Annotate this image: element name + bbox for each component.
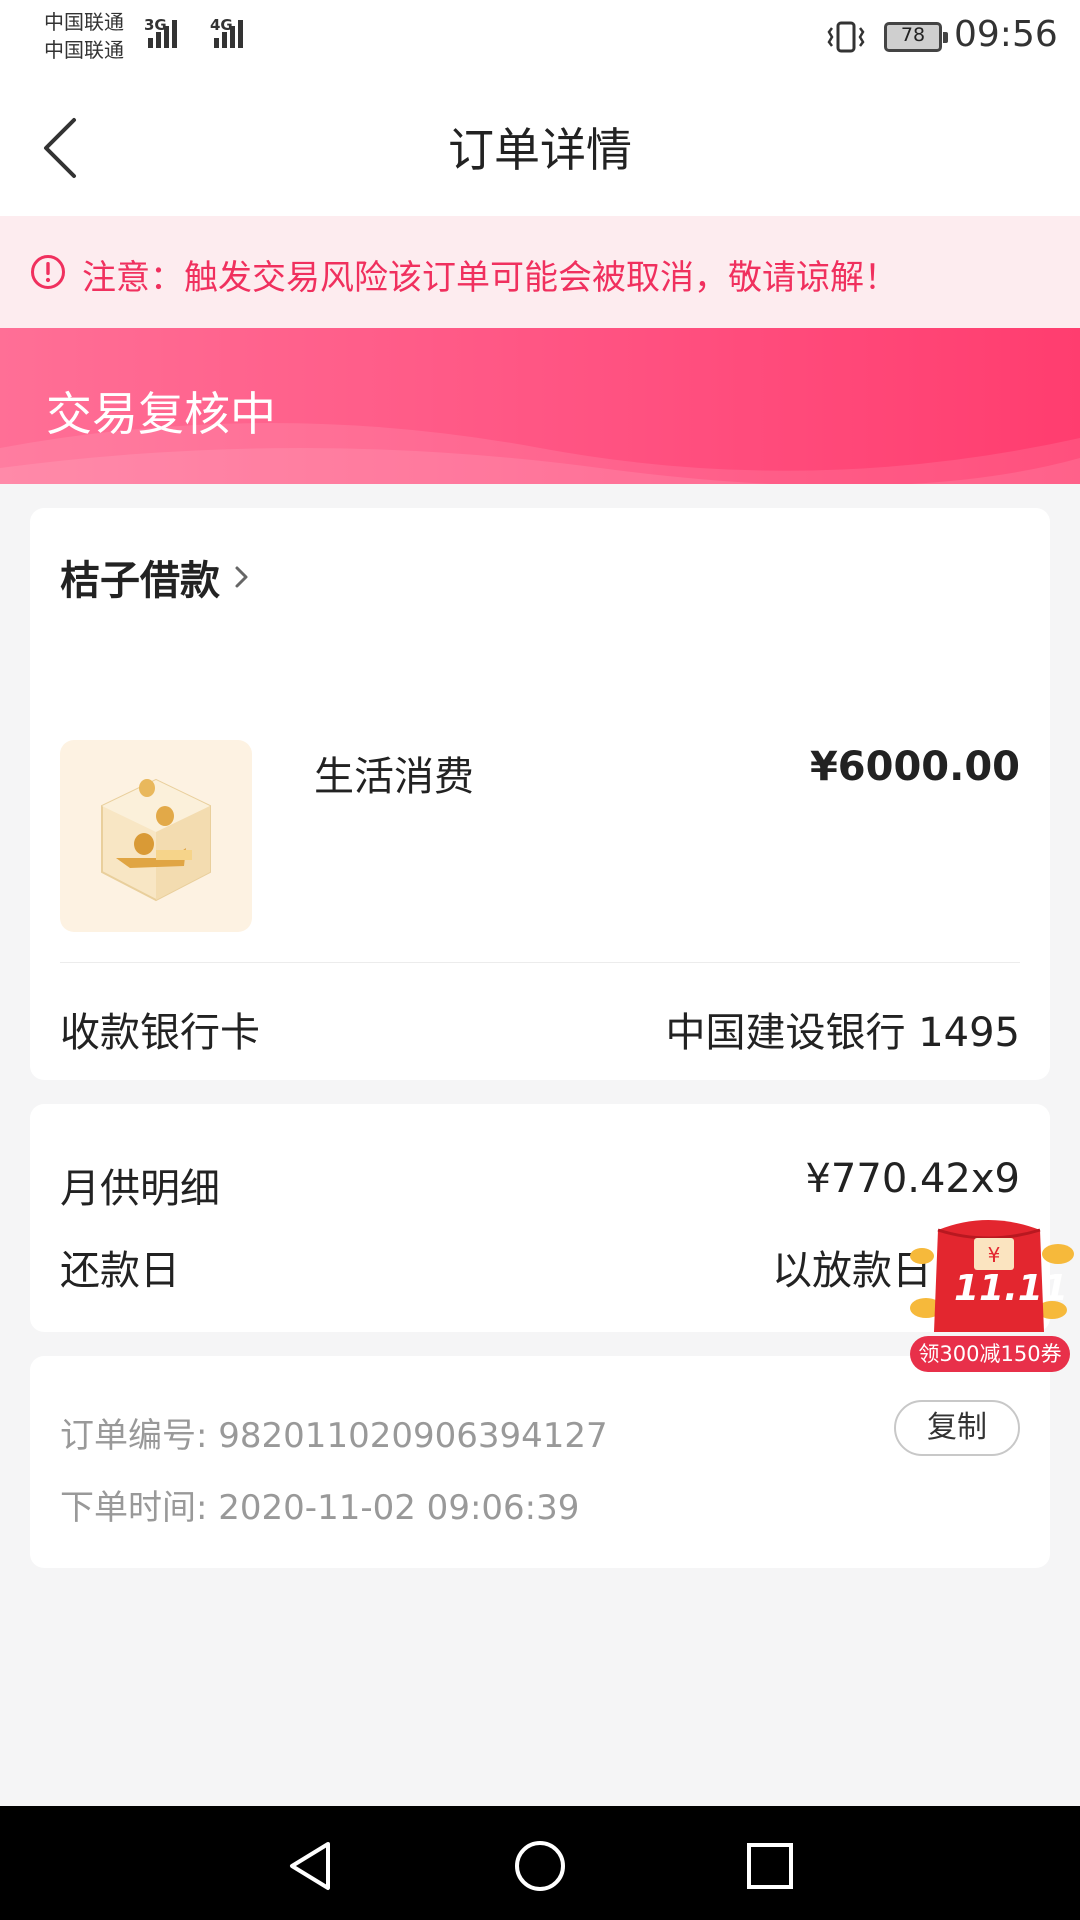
home-circle-icon[interactable] xyxy=(510,1836,570,1896)
monthly-payment-value: ¥770.42x9 xyxy=(805,1156,1020,1202)
loan-amount: ¥6000.00 xyxy=(809,744,1020,790)
promo-label: 领300减150券 xyxy=(910,1336,1070,1372)
order-time-value: 2020-11-02 09:06:39 xyxy=(218,1488,580,1528)
repayment-date-label: 还款日 xyxy=(60,1248,180,1294)
bank-card-label: 收款银行卡 xyxy=(60,1010,260,1056)
back-triangle-icon[interactable] xyxy=(280,1836,340,1896)
product-image xyxy=(60,740,252,932)
battery-icon: 78 xyxy=(884,22,948,52)
promo-coupon-widget[interactable]: ¥ 11.11 领300减150券 xyxy=(904,1210,1074,1376)
signal-icon xyxy=(148,20,180,52)
header: 订单详情 xyxy=(0,80,1080,216)
svg-text:¥: ¥ xyxy=(988,1243,1001,1267)
page-title: 订单详情 xyxy=(448,123,632,177)
order-number-row: 订单编号: 982011020906394127 xyxy=(60,1408,608,1457)
lender-link[interactable]: 桔子借款 xyxy=(60,548,252,606)
divider xyxy=(60,962,1020,963)
loan-card: 桔子借款 生活消费 ¥6000.00 收款银行卡 中国建设银行 1495 xyxy=(30,508,1050,1080)
carrier-1: 中国联通 xyxy=(44,10,124,34)
system-nav-bar xyxy=(0,1806,1080,1920)
carrier-2: 中国联通 xyxy=(44,38,124,62)
vibrate-icon xyxy=(827,21,865,53)
notice-text: 注意：触发交易风险该订单可能会被取消，敬请谅解！ xyxy=(82,258,898,298)
order-number-value: 982011020906394127 xyxy=(218,1416,608,1456)
repayment-card: 月供明细 ¥770.42x9 还款日 以放款日 xyxy=(30,1104,1050,1332)
clock: 09:56 xyxy=(954,14,1058,55)
lender-name: 桔子借款 xyxy=(60,558,220,604)
carrier-info: 中国联通 中国联通 xyxy=(44,8,124,64)
product-name: 生活消费 xyxy=(314,754,474,800)
bank-card-value: 中国建设银行 1495 xyxy=(665,1010,1020,1056)
coin-box-icon xyxy=(101,778,211,902)
signal-icon-2 xyxy=(214,20,246,52)
status-bar: 中国联通 中国联通 3G 4G 78 09:56 xyxy=(0,0,1080,80)
battery-level: 78 xyxy=(900,24,926,46)
order-status-banner: 交易复核中 xyxy=(0,328,1080,484)
recents-square-icon[interactable] xyxy=(740,1836,800,1896)
order-number-label: 订单编号: xyxy=(60,1416,208,1456)
order-time-row: 下单时间: 2020-11-02 09:06:39 xyxy=(60,1480,579,1529)
copy-order-number-button[interactable]: 复制 xyxy=(894,1400,1020,1456)
order-status-text: 交易复核中 xyxy=(46,387,276,441)
promo-badge: 11.11 xyxy=(954,1268,1068,1309)
alert-circle-icon xyxy=(31,255,65,289)
risk-notice: 注意：触发交易风险该订单可能会被取消，敬请谅解！ xyxy=(0,216,1080,328)
order-info-card: 订单编号: 982011020906394127 复制 下单时间: 2020-1… xyxy=(30,1356,1050,1568)
chevron-right-icon xyxy=(235,566,248,588)
order-time-label: 下单时间: xyxy=(60,1488,208,1528)
monthly-payment-label: 月供明细 xyxy=(60,1166,220,1212)
